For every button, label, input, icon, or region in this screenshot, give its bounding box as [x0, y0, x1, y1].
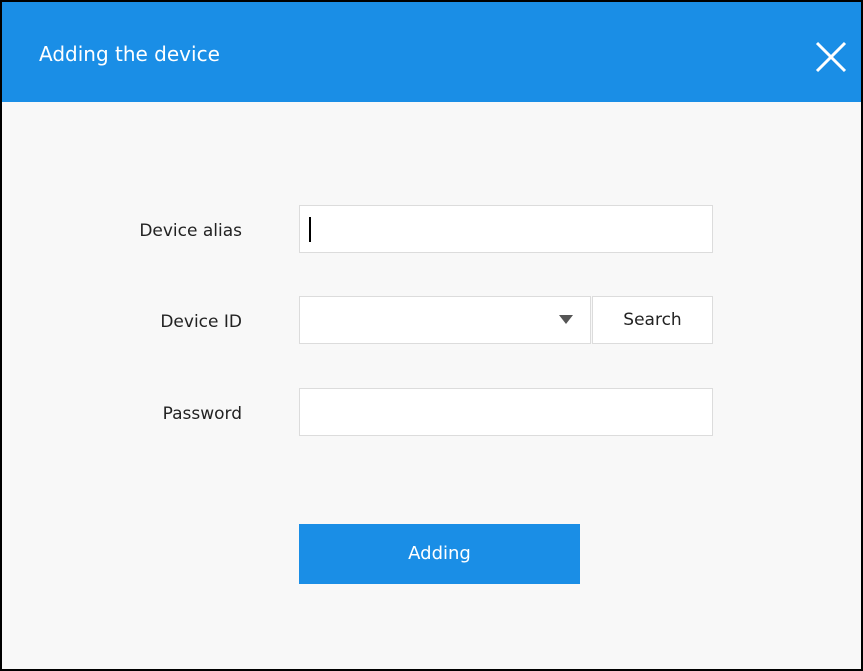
- text-caret: [309, 217, 311, 242]
- dialog-title: Adding the device: [39, 42, 220, 66]
- triangle-down-icon[interactable]: [542, 296, 590, 344]
- password-input[interactable]: [299, 388, 713, 436]
- close-icon[interactable]: [814, 40, 848, 74]
- adding-button[interactable]: Adding: [299, 524, 580, 584]
- dialog-titlebar: Adding the device: [2, 2, 861, 102]
- device-alias-input[interactable]: [299, 205, 713, 253]
- device-id-label: Device ID: [160, 312, 242, 332]
- password-label: Password: [162, 404, 242, 424]
- device-alias-label: Device alias: [139, 221, 242, 241]
- add-device-dialog: Adding the device Device alias Device ID…: [0, 0, 863, 671]
- search-button[interactable]: Search: [592, 296, 713, 344]
